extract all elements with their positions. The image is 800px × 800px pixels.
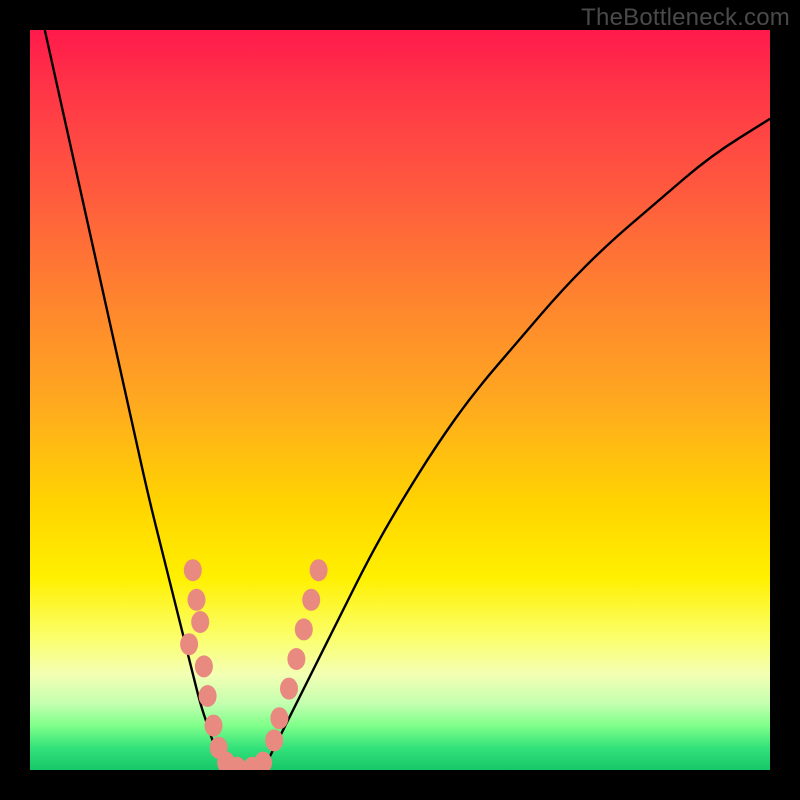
highlight-marker xyxy=(199,685,217,707)
highlight-marker xyxy=(302,589,320,611)
highlight-markers xyxy=(180,559,328,770)
chart-frame: TheBottleneck.com xyxy=(0,0,800,800)
highlight-marker xyxy=(195,655,213,677)
highlight-marker xyxy=(270,707,288,729)
highlight-marker xyxy=(287,648,305,670)
highlight-marker xyxy=(191,611,209,633)
plot-area xyxy=(30,30,770,770)
curve-layer xyxy=(30,30,770,770)
watermark-text: TheBottleneck.com xyxy=(581,4,790,32)
highlight-marker xyxy=(295,618,313,640)
highlight-marker xyxy=(310,559,328,581)
highlight-marker xyxy=(265,729,283,751)
highlight-marker xyxy=(184,559,202,581)
highlight-marker xyxy=(254,752,272,770)
highlight-marker xyxy=(180,633,198,655)
highlight-marker xyxy=(188,589,206,611)
highlight-marker xyxy=(280,678,298,700)
bottleneck-curve xyxy=(45,30,770,770)
highlight-marker xyxy=(205,715,223,737)
